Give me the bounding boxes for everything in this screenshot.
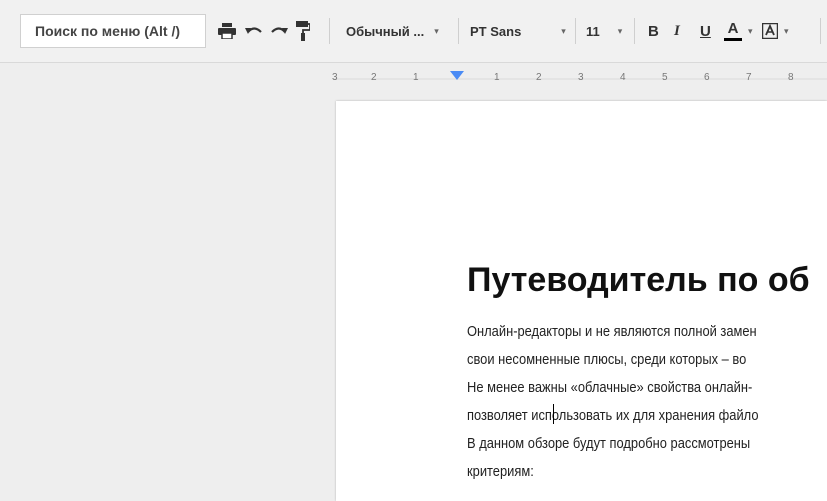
paragraph-line[interactable]: критериям: (467, 463, 534, 480)
ruler-label: 1 (494, 72, 500, 83)
document-page[interactable]: Путеводитель по об Онлайн-редакторы и не… (336, 101, 827, 501)
toolbar-separator (634, 18, 635, 44)
highlight-color-button[interactable] (762, 0, 778, 62)
redo-button[interactable] (270, 0, 288, 62)
toolbar-separator (575, 18, 576, 44)
bold-button[interactable]: B (648, 0, 659, 62)
toolbar-separator (458, 18, 459, 44)
print-button[interactable] (218, 0, 236, 62)
chevron-down-icon: ▾ (561, 25, 566, 36)
underline-button[interactable]: U (700, 0, 711, 62)
ruler-label: 3 (578, 72, 584, 83)
ruler-label: 6 (704, 72, 710, 83)
italic-label: I (674, 22, 680, 39)
ruler-label: 4 (620, 72, 626, 83)
paragraph-line[interactable]: позволяет использовать их для хранения ф… (467, 407, 759, 424)
underline-label: U (700, 22, 711, 40)
font-name-dropdown[interactable]: PT Sans ▾ (470, 0, 566, 62)
chevron-down-icon: ▾ (434, 25, 439, 36)
font-size-dropdown[interactable]: 11 ▾ (586, 0, 622, 62)
print-icon (218, 23, 236, 39)
paragraph-line[interactable]: В данном обзоре будут подробно рассмотре… (467, 435, 750, 452)
font-size-value: 11 (586, 23, 600, 39)
undo-icon (245, 27, 262, 34)
toolbar: Поиск по меню (Alt /) Обычный ... ▾ PT S… (0, 0, 827, 63)
ruler-label: 7 (746, 72, 752, 83)
undo-button[interactable] (245, 0, 263, 62)
paint-format-icon (296, 21, 310, 41)
font-name-value: PT Sans (470, 23, 522, 39)
text-color-button[interactable]: A (724, 0, 742, 62)
highlight-icon (762, 23, 778, 39)
bold-label: B (648, 22, 659, 40)
text-color-swatch (724, 38, 742, 41)
document-title[interactable]: Путеводитель по об (467, 261, 810, 300)
italic-button[interactable]: I (674, 0, 680, 62)
indent-marker[interactable] (450, 71, 464, 80)
text-color-label: A (727, 20, 739, 37)
ruler-label: 2 (371, 72, 377, 83)
paragraph-line[interactable]: Онлайн-редакторы и не являются полной за… (467, 323, 757, 340)
paragraph-line[interactable]: Не менее важны «облачные» свойства онлай… (467, 379, 752, 396)
ruler-label: 1 (413, 72, 419, 83)
ruler-label: 3 (332, 72, 338, 83)
paint-format-button[interactable] (296, 0, 310, 62)
toolbar-separator (329, 18, 330, 44)
menu-search-input[interactable]: Поиск по меню (Alt /) (20, 14, 206, 48)
highlight-color-dropdown[interactable]: ▾ (784, 0, 789, 62)
text-cursor (553, 404, 554, 424)
paragraph-style-dropdown[interactable]: Обычный ... ▾ (346, 0, 439, 62)
ruler-label: 5 (662, 72, 668, 83)
ruler-label: 2 (536, 72, 542, 83)
chevron-down-icon: ▾ (748, 25, 753, 36)
ruler-label: 8 (788, 72, 794, 83)
redo-icon (271, 27, 288, 34)
chevron-down-icon: ▾ (784, 25, 789, 36)
paragraph-style-value: Обычный ... (346, 23, 425, 39)
text-color-dropdown[interactable]: ▾ (748, 0, 753, 62)
paragraph-line[interactable]: свои несомненные плюсы, среди которых – … (467, 351, 746, 368)
toolbar-separator (820, 18, 821, 44)
horizontal-ruler[interactable]: 3 2 1 1 2 3 4 5 6 7 8 (330, 69, 827, 89)
chevron-down-icon: ▾ (617, 25, 623, 36)
